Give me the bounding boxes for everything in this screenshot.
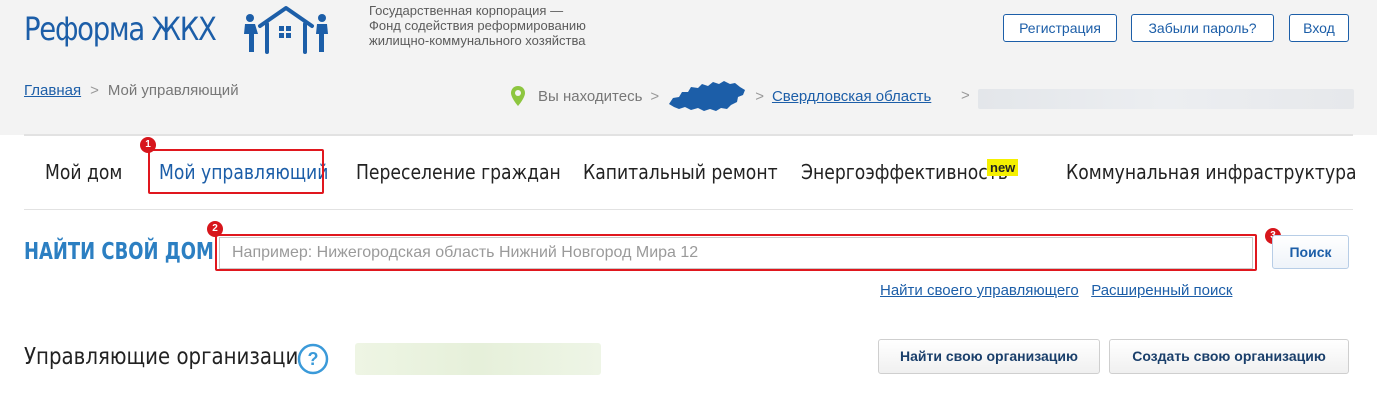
login-button[interactable]: Вход (1289, 14, 1349, 42)
nav-resettlement[interactable]: Переселение граждан (356, 160, 561, 184)
advanced-search-link[interactable]: Расширенный поиск (1091, 282, 1232, 299)
breadcrumb: Главная > Мой управляющий (24, 82, 239, 99)
site-logo[interactable]: Реформа ЖКХ (24, 6, 328, 54)
forgot-password-button[interactable]: Забыли пароль? (1131, 14, 1274, 42)
city-blurred (978, 89, 1354, 109)
corp-line-1: Государственная корпорация — (369, 3, 564, 18)
location-bar: Вы находитесь > > Свердловская область (510, 78, 931, 114)
breadcrumb-current: Мой управляющий (107, 82, 239, 99)
search-button[interactable]: Поиск (1272, 235, 1349, 269)
search-sub-links: Найти своего управляющего Расширенный по… (880, 282, 1232, 299)
find-house-title: НАЙТИ СВОЙ ДОМ (24, 239, 214, 265)
map-pin-icon (511, 86, 525, 106)
breadcrumb-home-link[interactable]: Главная (24, 82, 81, 99)
location-separator-3: > (961, 87, 970, 104)
location-separator: > (650, 87, 660, 105)
corporation-description: Государственная корпорация — Фонд содейс… (369, 3, 586, 48)
nav-capital-repair[interactable]: Капитальный ремонт (583, 160, 778, 184)
logo-text: Реформа ЖКХ (24, 10, 217, 48)
nav-communal-infrastructure[interactable]: Коммунальная инфраструктура (1066, 160, 1357, 184)
location-prefix: Вы находитесь (538, 87, 643, 105)
breadcrumb-separator: > (90, 82, 99, 99)
corp-line-3: жилищно-коммунального хозяйства (369, 33, 586, 48)
nav-my-house[interactable]: Мой дом (45, 160, 122, 184)
corp-line-2: Фонд содействия реформированию (369, 18, 586, 33)
region-link[interactable]: Свердловская область (772, 88, 931, 105)
annotation-marker-1: 1 (140, 137, 156, 153)
new-badge: new (987, 159, 1019, 176)
highlight-box-2 (215, 234, 1257, 271)
header-divider (24, 134, 1353, 136)
create-organization-button[interactable]: Создать свою организацию (1109, 339, 1349, 374)
register-button[interactable]: Регистрация (1003, 14, 1117, 42)
org-name-blurred (355, 343, 601, 375)
annotation-marker-2: 2 (207, 221, 223, 237)
nav-energy-efficiency[interactable]: Энергоэффективность (801, 160, 1008, 184)
find-organization-button[interactable]: Найти свою организацию (878, 339, 1100, 374)
house-people-logo-icon (244, 6, 328, 54)
location-separator-2: > (755, 87, 764, 105)
management-orgs-title: Управляющие организации (24, 344, 312, 370)
nav-divider (24, 209, 1353, 210)
russia-map-icon[interactable] (667, 78, 747, 114)
find-manager-link[interactable]: Найти своего управляющего (880, 282, 1079, 299)
highlight-box-1 (148, 149, 324, 194)
help-icon[interactable]: ? (297, 343, 329, 375)
help-icon-glyph: ? (308, 349, 319, 369)
